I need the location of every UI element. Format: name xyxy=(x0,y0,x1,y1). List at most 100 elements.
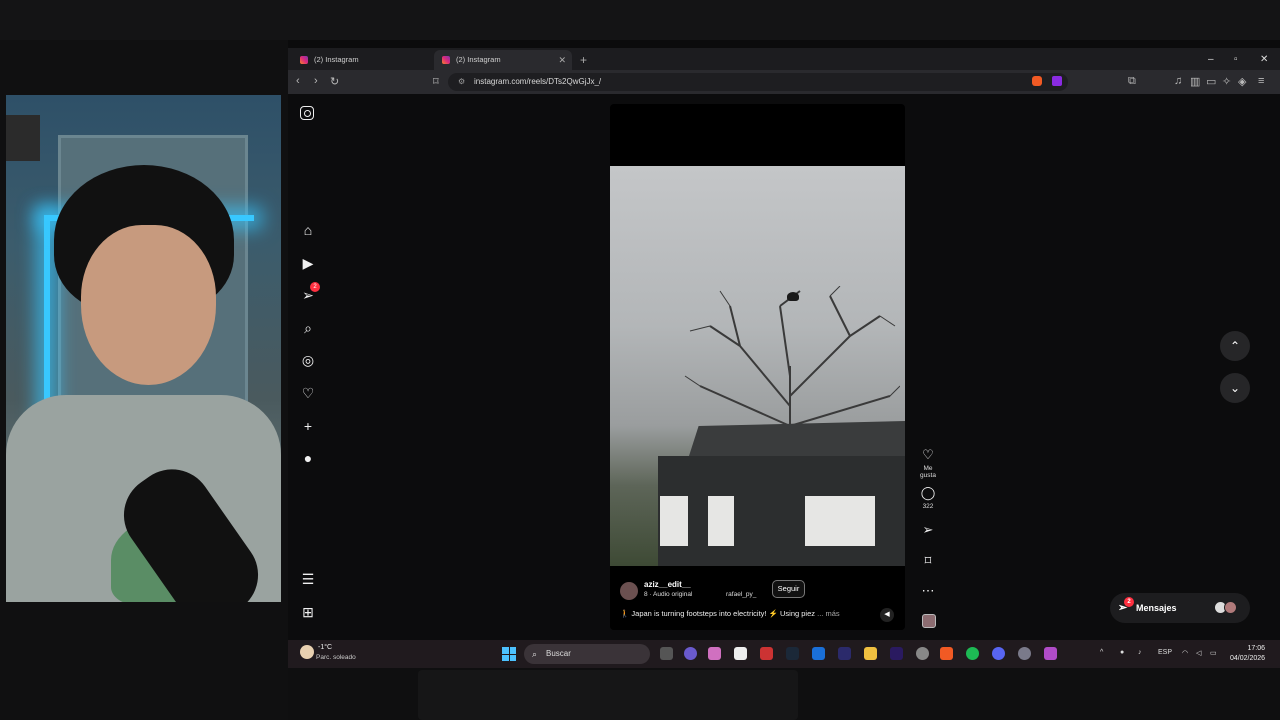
site-info-icon[interactable]: ⚙ xyxy=(458,73,465,91)
messages-pill-label: Mensajes xyxy=(1136,603,1177,613)
bookmark-icon: ⌑ xyxy=(924,553,932,568)
caption-more-link[interactable]: ... más xyxy=(817,609,840,618)
vpn-icon[interactable]: ◈ xyxy=(1238,75,1246,88)
minimize-button[interactable]: – xyxy=(1208,50,1214,70)
previous-reel-button[interactable]: ⌃ xyxy=(1220,331,1250,361)
explore-icon[interactable]: ◎ xyxy=(300,352,316,368)
messages-pill-badge: 2 xyxy=(1124,597,1134,607)
microphone-icon[interactable]: ♪ xyxy=(1138,649,1142,656)
menu-icon[interactable]: ☰ xyxy=(300,571,316,587)
heart-icon: ♡ xyxy=(922,447,934,462)
language-indicator[interactable]: ESP xyxy=(1158,649,1172,656)
windows-taskbar: -1°C Parc. soleado ⌕ Buscar ^ ● ♪ ESP ◠ … xyxy=(288,640,1280,668)
taskbar-search[interactable]: ⌕ Buscar xyxy=(524,644,650,664)
wallet-icon[interactable]: ▭ xyxy=(1206,75,1216,88)
share-button[interactable]: ➢ xyxy=(916,523,940,537)
tab-instagram-1[interactable]: (2) Instagram xyxy=(292,50,430,70)
bird-graphic xyxy=(787,292,799,301)
premiere-icon[interactable] xyxy=(890,647,903,660)
comment-button[interactable]: ◯ 322 xyxy=(916,485,940,511)
volume-icon[interactable]: ◁ xyxy=(1196,649,1201,657)
browser-menu-icon[interactable]: ≡ xyxy=(1258,75,1264,87)
more-options-button[interactable]: ⋯ xyxy=(916,584,940,598)
tab-bar: (2) Instagram (2) Instagram ✕ + – ▫ ✕ xyxy=(288,48,1280,70)
settings-icon[interactable] xyxy=(1018,647,1031,660)
comment-icon: ◯ xyxy=(920,485,936,500)
task-view-icon[interactable] xyxy=(660,647,673,660)
app-icon[interactable] xyxy=(760,647,773,660)
profile-icon[interactable]: ● xyxy=(300,450,316,466)
instagram-page: ⌂ ▶ ➢ 2 ⌕ ◎ ♡ + ● ☰ ⊞ aziz__edit__ 8 · A… xyxy=(288,94,1280,640)
sidebar-toggle-icon[interactable]: ▥ xyxy=(1190,75,1200,88)
app-icon[interactable] xyxy=(812,647,825,660)
spotify-icon[interactable] xyxy=(966,647,979,660)
new-tab-button[interactable]: + xyxy=(580,50,587,70)
reel-audio[interactable]: 8 · Audio original xyxy=(644,591,692,598)
forward-arrow-icon[interactable]: › xyxy=(314,75,318,87)
weather-temperature[interactable]: -1°C xyxy=(318,644,332,651)
background-bottom-panel xyxy=(288,668,1280,720)
notion-icon[interactable] xyxy=(734,647,747,660)
reel-username[interactable]: aziz__edit__ xyxy=(644,580,691,589)
like-button[interactable]: ♡ Me gusta xyxy=(916,447,940,480)
search-icon[interactable]: ⌕ xyxy=(300,320,316,336)
next-reel-button[interactable]: ⌄ xyxy=(1220,373,1250,403)
weather-icon[interactable] xyxy=(300,645,314,659)
tab-close-icon[interactable]: ✕ xyxy=(558,50,566,70)
windows-start-icon[interactable] xyxy=(502,647,516,661)
reel-video[interactable] xyxy=(610,166,905,566)
reel-info: aziz__edit__ 8 · Audio original rafael_p… xyxy=(610,566,905,630)
webcam-wall-sign xyxy=(6,115,40,161)
reel-player[interactable]: aziz__edit__ 8 · Audio original rafael_p… xyxy=(610,104,905,630)
steam-icon[interactable] xyxy=(786,647,799,660)
taskbar-search-label: Buscar xyxy=(546,649,571,658)
create-icon[interactable]: + xyxy=(300,418,316,434)
apps-icon[interactable]: ⊞ xyxy=(300,604,316,620)
leo-ai-icon[interactable]: ✧ xyxy=(1222,75,1231,88)
reload-icon[interactable]: ↻ xyxy=(330,75,339,88)
mute-icon[interactable]: ◀ xyxy=(880,608,894,622)
comment-count: 322 xyxy=(922,503,934,510)
app-icon[interactable] xyxy=(1044,647,1057,660)
home-icon[interactable]: ⌂ xyxy=(300,222,316,238)
discord-icon[interactable] xyxy=(992,647,1005,660)
address-bar[interactable]: ⚙ instagram.com/reels/DTs2QwGjJx_/ xyxy=(448,73,1068,91)
brave-icon[interactable] xyxy=(940,647,953,660)
clock[interactable]: 17:06 04/02/2026 xyxy=(1230,644,1265,664)
save-button[interactable]: ⌑ xyxy=(916,554,940,568)
back-arrow-icon[interactable]: ‹ xyxy=(296,75,300,87)
messages-pill-button[interactable]: ➢ 2 Mensajes xyxy=(1110,593,1250,623)
after-effects-icon[interactable] xyxy=(838,647,851,660)
house-wall xyxy=(805,496,875,546)
tab-label: (2) Instagram xyxy=(314,55,359,64)
brave-shield-icon[interactable] xyxy=(1032,76,1042,86)
maximize-button[interactable]: ▫ xyxy=(1234,50,1238,70)
close-window-button[interactable]: ✕ xyxy=(1260,50,1268,70)
background-browser-bar xyxy=(0,0,1280,40)
extensions-icon[interactable]: ⧉ xyxy=(1128,75,1136,88)
navigation-bar: ‹ › ↻ ⌑ ⚙ instagram.com/reels/DTs2QwGjJx… xyxy=(288,70,1280,94)
app-icon[interactable] xyxy=(684,647,697,660)
tray-chevron-icon[interactable]: ^ xyxy=(1100,649,1103,656)
instagram-logo-icon[interactable] xyxy=(300,106,314,120)
reel-collaborator[interactable]: rafael_py_ xyxy=(726,591,756,598)
bookmark-icon[interactable]: ⌑ xyxy=(433,75,439,88)
battery-icon[interactable]: ▭ xyxy=(1210,649,1217,657)
tab-instagram-2[interactable]: (2) Instagram ✕ xyxy=(434,50,572,70)
app-icon[interactable] xyxy=(708,647,721,660)
background-ghost-window xyxy=(418,670,798,720)
send-icon: ➢ xyxy=(922,522,934,537)
reel-author-avatar[interactable] xyxy=(620,582,638,600)
brave-rewards-icon[interactable] xyxy=(1052,76,1062,86)
reels-icon[interactable]: ▶ xyxy=(300,255,316,271)
tray-app-icon[interactable]: ● xyxy=(1120,649,1124,656)
app-icon[interactable] xyxy=(916,647,929,660)
media-icon[interactable]: ♫ xyxy=(1174,75,1182,87)
follow-button[interactable]: Seguir xyxy=(772,580,805,598)
wifi-icon[interactable]: ◠ xyxy=(1182,649,1188,657)
notifications-icon[interactable]: ♡ xyxy=(300,385,316,401)
file-explorer-icon[interactable] xyxy=(864,647,877,660)
webcam-face xyxy=(81,225,216,385)
weather-description[interactable]: Parc. soleado xyxy=(316,654,356,661)
audio-thumbnail[interactable] xyxy=(922,614,936,628)
